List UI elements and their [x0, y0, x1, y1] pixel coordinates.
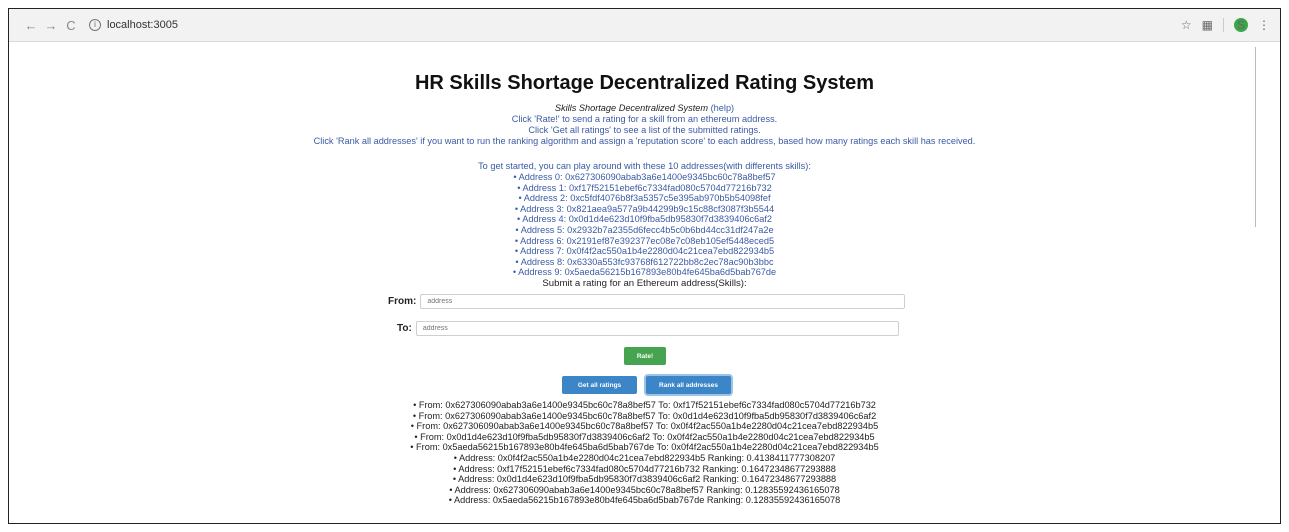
from-address-input[interactable]: [420, 294, 906, 309]
page-title: HR Skills Shortage Decentralized Rating …: [414, 72, 875, 94]
list-item: Address: 0x627306090abab3a6e1400e9345bc6…: [9, 485, 1280, 496]
list-item: Address: 0xf17f52151ebef6c7334fad080c570…: [9, 464, 1280, 475]
to-address-input[interactable]: [415, 321, 899, 336]
info-icon[interactable]: i: [89, 19, 101, 31]
browser-actions: ☆ ▦ S ⋮: [1171, 9, 1270, 41]
get-started-text: To get started, you can play around with…: [478, 161, 811, 171]
list-item: Address 4: 0x0d1d4e623d10f9fba5db95830f7…: [9, 214, 1280, 225]
intro-line: Click 'Rate!' to send a rating for a ski…: [511, 114, 778, 124]
star-icon[interactable]: ☆: [1181, 18, 1192, 32]
list-item: Address 7: 0x0f4f2ac550a1b4e2280d04c21ce…: [9, 246, 1280, 257]
submit-rating-title: Submit a rating for an Ethereum address(…: [542, 277, 747, 289]
page-content: HR Skills Shortage Decentralized Rating …: [9, 41, 1280, 289]
forward-arrow-icon[interactable]: →: [43, 18, 59, 33]
list-item: Address 1: 0xf17f52151ebef6c7334fad080c5…: [9, 183, 1280, 194]
list-item: Address: 0x0d1d4e623d10f9fba5db95830f7d3…: [9, 474, 1280, 485]
to-label: To:: [397, 323, 412, 334]
intro-line: Click 'Rank all addresses' if you want t…: [313, 136, 976, 146]
list-item: Address 5: 0x2932b7a2355d6fecc4b5c0b6bd4…: [9, 225, 1280, 236]
system-name: Skills Shortage Decentralized System: [554, 103, 709, 113]
list-item: Address 6: 0x2191ef87e392377ec08e7c08eb1…: [9, 236, 1280, 247]
browser-toolbar: ← → C i localhost:3005 ☆ ▦ S ⋮: [9, 9, 1280, 42]
list-item: Address 8: 0x6330a553fc93768f612722bb8c2…: [9, 257, 1280, 268]
to-row: To:: [397, 321, 899, 336]
extension-icon[interactable]: ▦: [1202, 18, 1213, 32]
from-row: From:: [388, 294, 906, 309]
list-item: From: 0x0d1d4e623d10f9fba5db95830f7d3839…: [9, 432, 1280, 443]
browser-window: ← → C i localhost:3005 ☆ ▦ S ⋮ HR Skills…: [8, 8, 1281, 524]
intro-text: Skills Shortage Decentralized System (he…: [9, 103, 1280, 147]
address-list: Address 0: 0x627306090abab3a6e1400e9345b…: [9, 172, 1280, 278]
menu-icon[interactable]: ⋮: [1258, 18, 1270, 32]
ratings-list: From: 0x627306090abab3a6e1400e9345bc60c7…: [9, 400, 1280, 506]
list-item: From: 0x627306090abab3a6e1400e9345bc60c7…: [9, 421, 1280, 432]
list-item: From: 0x627306090abab3a6e1400e9345bc60c7…: [9, 400, 1280, 411]
list-item: From: 0x5aeda56215b167893e80b4fe645ba6d5…: [9, 442, 1280, 453]
profile-avatar-icon[interactable]: S: [1234, 18, 1248, 32]
list-item: Address: 0x5aeda56215b167893e80b4fe645ba…: [9, 495, 1280, 506]
rate-button[interactable]: Rate!: [624, 347, 666, 365]
back-arrow-icon[interactable]: ←: [23, 18, 39, 33]
from-label: From:: [388, 296, 417, 307]
list-item: Address 0: 0x627306090abab3a6e1400e9345b…: [9, 172, 1280, 183]
url-text: localhost:3005: [107, 19, 178, 31]
list-item: Address: 0x0f4f2ac550a1b4e2280d04c21cea7…: [9, 453, 1280, 464]
list-item: From: 0x627306090abab3a6e1400e9345bc60c7…: [9, 411, 1280, 422]
intro-line: Click 'Get all ratings' to see a list of…: [528, 125, 761, 135]
list-item: Address 2: 0xc5fdf4076b8f3a5357c5e395ab9…: [9, 193, 1280, 204]
get-all-ratings-button[interactable]: Get all ratings: [562, 376, 637, 394]
help-link[interactable]: (help): [711, 103, 735, 113]
list-item: Address 9: 0x5aeda56215b167893e80b4fe645…: [9, 267, 1280, 278]
list-item: Address 3: 0x821aea9a577a9b44299b9c15c88…: [9, 204, 1280, 215]
toolbar-divider: [1223, 18, 1224, 32]
rank-all-addresses-button[interactable]: Rank all addresses: [646, 376, 731, 394]
reload-icon[interactable]: C: [63, 18, 79, 33]
address-bar[interactable]: i localhost:3005: [89, 19, 178, 31]
